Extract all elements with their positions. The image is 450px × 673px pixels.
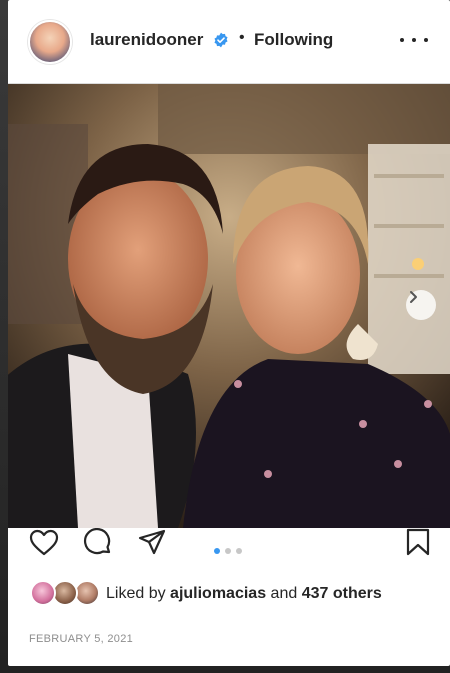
likes-conjunction: and [270, 585, 298, 602]
save-button[interactable] [402, 528, 434, 556]
username-link[interactable]: laurenidooner [90, 30, 203, 50]
carousel-dot [236, 548, 242, 554]
likes-prefix: Liked by [106, 585, 166, 602]
post-header: laurenidooner • Following [8, 0, 450, 84]
post-date[interactable]: FEBRUARY 5, 2021 [29, 633, 133, 645]
photo-illustration [8, 84, 450, 528]
liker-avatar[interactable] [30, 580, 56, 606]
heart-icon [29, 529, 59, 555]
header-separator: • [239, 29, 245, 46]
likes-summary: Liked by ajuliomacias and 437 others [106, 585, 382, 603]
share-button[interactable] [136, 528, 168, 556]
carousel-indicator [214, 548, 254, 554]
share-icon [138, 529, 166, 555]
comment-button[interactable] [82, 528, 114, 556]
following-button[interactable]: Following [254, 30, 333, 50]
carousel-dot-active [214, 548, 220, 554]
post-photo[interactable] [8, 84, 450, 528]
chevron-right-icon [410, 291, 417, 303]
like-button[interactable] [28, 528, 60, 556]
more-horizontal-icon[interactable] [400, 28, 428, 52]
likes-row: Liked by ajuliomacias and 437 others [8, 576, 450, 610]
verified-badge-icon [214, 32, 228, 48]
post-modal: laurenidooner • Following Liked by ajuli… [8, 0, 450, 666]
avatar[interactable] [28, 20, 72, 64]
liker-username-link[interactable]: ajuliomacias [170, 585, 266, 602]
bookmark-icon [406, 528, 430, 556]
likes-others-link[interactable]: 437 others [302, 585, 382, 602]
carousel-dot [225, 548, 231, 554]
next-photo-button[interactable] [406, 290, 436, 320]
post-actions [8, 528, 450, 564]
comment-icon [83, 528, 111, 555]
